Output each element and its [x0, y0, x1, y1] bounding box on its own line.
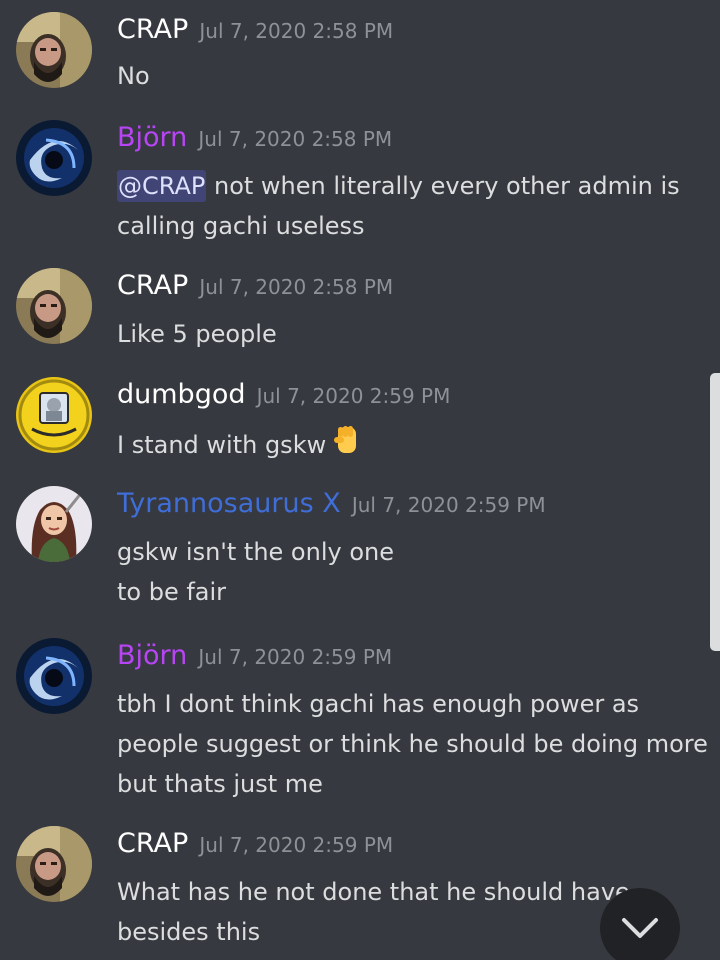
user-mention[interactable]: @CRAP	[117, 170, 207, 202]
jump-to-present-button[interactable]	[600, 888, 680, 960]
message-header: CRAP Jul 7, 2020 2:58 PM	[117, 270, 393, 310]
message-line: gskw isn't the only one	[117, 538, 394, 566]
message: Björn Jul 7, 2020 2:58 PM @CRAP not when…	[0, 120, 720, 248]
timestamp: Jul 7, 2020 2:59 PM	[256, 384, 451, 408]
message-content: gskw isn't the only one to be fair	[117, 532, 697, 612]
chat-message-list: CRAP Jul 7, 2020 2:58 PM No Björn Jul 7,…	[0, 0, 720, 960]
username[interactable]: Tyrannosaurus X	[117, 488, 341, 519]
message-text: not when literally every other admin is	[206, 172, 680, 200]
message-line: No	[117, 62, 150, 90]
message-line: Like 5 people	[117, 320, 277, 348]
avatar-bjorn[interactable]	[16, 120, 92, 196]
timestamp: Jul 7, 2020 2:58 PM	[199, 275, 394, 299]
avatar-dumbgod[interactable]	[16, 377, 92, 453]
message-line: @CRAP not when literally every other adm…	[117, 166, 697, 206]
username[interactable]: CRAP	[117, 270, 188, 301]
message: CRAP Jul 7, 2020 2:58 PM Like 5 people	[0, 268, 720, 360]
message: dumbgod Jul 7, 2020 2:59 PM I stand with…	[0, 377, 720, 469]
message-text: I stand with gskw	[117, 431, 327, 459]
message: Tyrannosaurus X Jul 7, 2020 2:59 PM gskw…	[0, 486, 720, 614]
raised-fist-emoji	[330, 423, 364, 469]
avatar-bjorn[interactable]	[16, 638, 92, 714]
username[interactable]: CRAP	[117, 828, 188, 859]
message-header: Björn Jul 7, 2020 2:59 PM	[117, 640, 392, 680]
avatar-tyrannosaurus-x[interactable]	[16, 486, 92, 562]
message: CRAP Jul 7, 2020 2:58 PM No	[0, 12, 720, 104]
username[interactable]: dumbgod	[117, 379, 246, 410]
message-line: tbh I dont think gachi has enough power …	[117, 690, 640, 718]
username[interactable]: Björn	[117, 122, 187, 153]
message-header: dumbgod Jul 7, 2020 2:59 PM	[117, 379, 450, 419]
message-header: Björn Jul 7, 2020 2:58 PM	[117, 122, 392, 162]
message-content: @CRAP not when literally every other adm…	[117, 166, 697, 246]
message-header: CRAP Jul 7, 2020 2:59 PM	[117, 828, 393, 868]
username[interactable]: Björn	[117, 640, 187, 671]
message-line: to be fair	[117, 578, 227, 606]
message-line: people suggest or think he should be doi…	[117, 730, 708, 758]
message-header: CRAP Jul 7, 2020 2:58 PM	[117, 14, 393, 54]
timestamp: Jul 7, 2020 2:59 PM	[351, 493, 546, 517]
message-line: but thats just me	[117, 770, 323, 798]
message-header: Tyrannosaurus X Jul 7, 2020 2:59 PM	[117, 488, 546, 528]
message-content: Like 5 people	[117, 314, 697, 354]
message: Björn Jul 7, 2020 2:59 PM tbh I dont thi…	[0, 638, 720, 808]
timestamp: Jul 7, 2020 2:58 PM	[199, 19, 394, 43]
message-line: I stand with gskw	[117, 423, 697, 469]
message-content: No	[117, 56, 697, 96]
timestamp: Jul 7, 2020 2:59 PM	[198, 645, 393, 669]
timestamp: Jul 7, 2020 2:58 PM	[198, 127, 393, 151]
avatar-crap[interactable]	[16, 826, 92, 902]
message-content: I stand with gskw	[117, 423, 697, 469]
scrollbar-thumb[interactable]	[710, 373, 720, 651]
chevron-down-icon	[622, 918, 658, 938]
avatar-crap[interactable]	[16, 268, 92, 344]
timestamp: Jul 7, 2020 2:59 PM	[199, 833, 394, 857]
avatar-crap[interactable]	[16, 12, 92, 88]
username[interactable]: CRAP	[117, 14, 188, 45]
message-line: calling gachi useless	[117, 212, 365, 240]
message-content: tbh I dont think gachi has enough power …	[117, 684, 708, 804]
